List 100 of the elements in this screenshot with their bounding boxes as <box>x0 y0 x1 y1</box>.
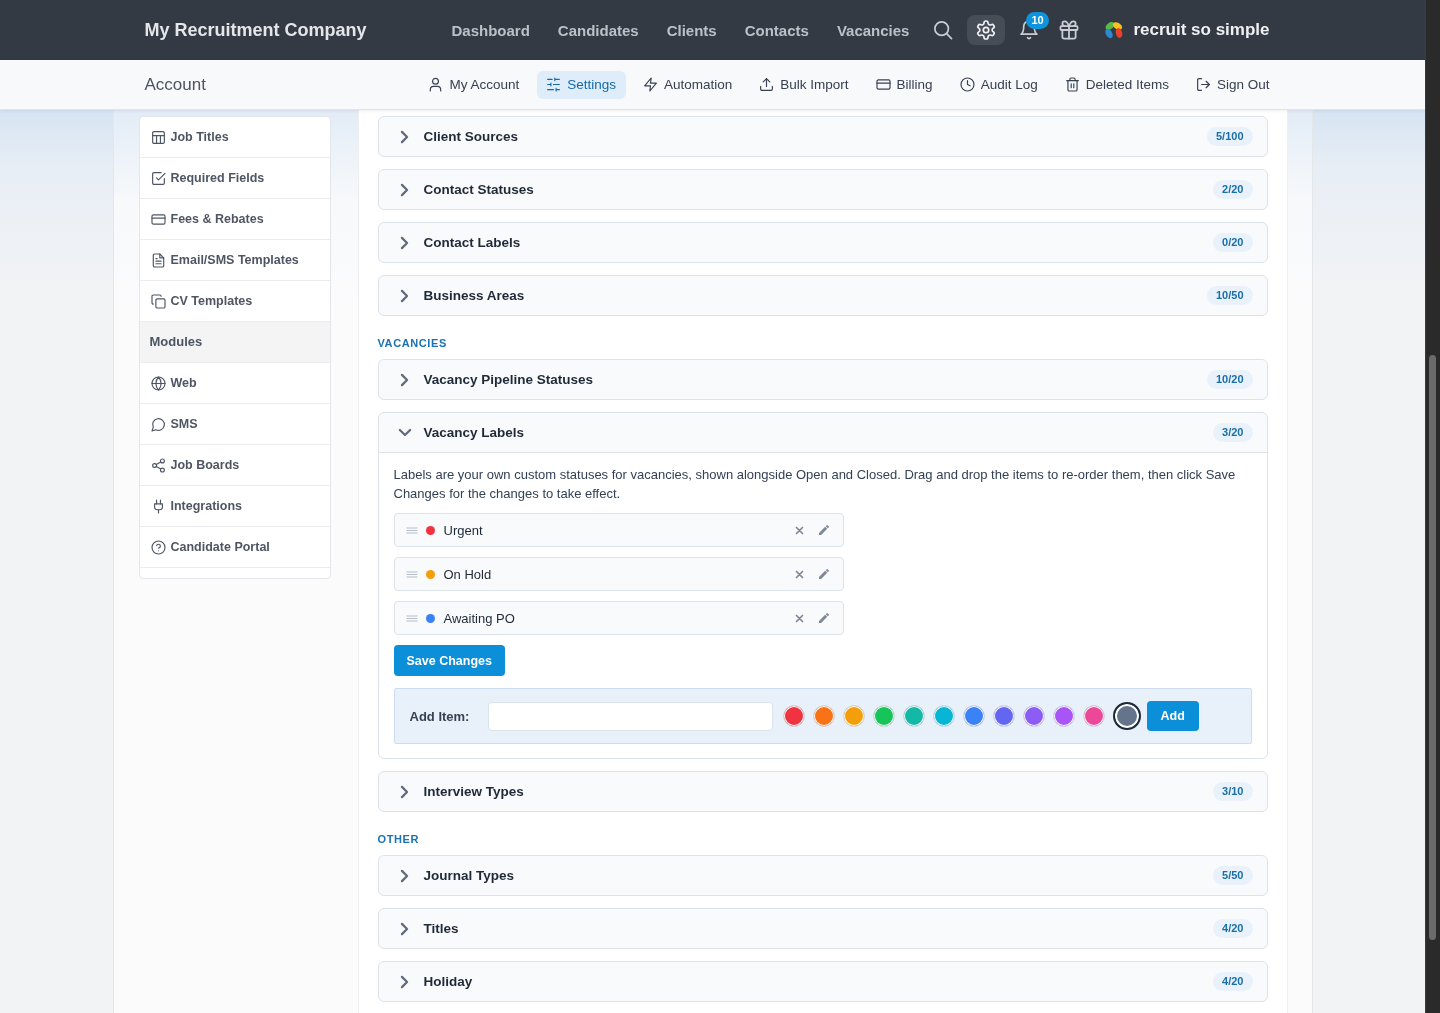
section-heading: VACANCIES <box>377 336 448 351</box>
cross-icon[interactable] <box>795 570 803 578</box>
globe-icon <box>151 376 165 390</box>
user-icon <box>429 78 443 91</box>
chevron-right-icon[interactable] <box>400 869 408 882</box>
sign-out-icon <box>1196 78 1210 91</box>
settings-icon <box>977 21 996 39</box>
plug-icon <box>151 499 165 513</box>
trash-icon <box>1065 78 1079 91</box>
add-button[interactable]: Add <box>1146 701 1199 731</box>
copy-icon <box>151 294 165 308</box>
accordion-title[interactable]: Contact Labels <box>423 235 1214 250</box>
chevron-down-icon[interactable] <box>398 429 411 436</box>
drag-handle-icon[interactable] <box>406 614 417 622</box>
accordion-title[interactable]: Titles <box>423 921 1214 936</box>
count-badge: 4/20 <box>1213 919 1253 938</box>
credit-card-icon <box>876 78 890 91</box>
sidebar-item[interactable]: Web <box>139 363 330 404</box>
accordion-title[interactable]: Interview Types <box>423 784 1214 799</box>
sliders-icon <box>547 78 561 91</box>
count-badge: 3/20 <box>1213 423 1253 442</box>
nav-link[interactable]: Vacancies <box>836 21 910 39</box>
subnav-tab[interactable]: Billing <box>866 70 943 99</box>
page-title: Account <box>144 74 206 95</box>
nav-link[interactable]: Contacts <box>744 21 809 39</box>
clock-icon <box>960 78 974 91</box>
lightning-icon <box>644 78 657 91</box>
accordion-title[interactable]: Client Sources <box>423 129 1207 144</box>
pencil-icon[interactable] <box>818 525 829 535</box>
pencil-icon[interactable] <box>818 569 829 579</box>
checked-square-icon <box>151 171 165 185</box>
count-badge: 10/50 <box>1206 286 1253 305</box>
count-badge: 2/20 <box>1213 180 1253 199</box>
sidebar-item[interactable]: Fees & Rebates <box>139 199 330 240</box>
label-name: On Hold <box>443 566 493 582</box>
subnav-tab[interactable]: Bulk Import <box>750 70 859 99</box>
item-name-input[interactable] <box>487 701 773 731</box>
subnav-tab[interactable]: Audit Log <box>950 70 1048 99</box>
settings-button[interactable] <box>967 15 1006 45</box>
nav-link[interactable]: Candidates <box>557 21 639 39</box>
accordion-title[interactable]: Business Areas <box>423 288 1207 303</box>
gift-icon <box>1060 21 1079 39</box>
drag-handle-icon[interactable] <box>406 526 417 534</box>
nav-link[interactable]: Clients <box>666 21 717 39</box>
sidebar-item[interactable]: Job Boards <box>139 445 330 486</box>
count-badge: 5/100 <box>1206 127 1253 146</box>
notification-badge: 10 <box>1026 12 1049 29</box>
subnav-tab[interactable]: Sign Out <box>1186 70 1280 99</box>
subnav-tab[interactable]: Automation <box>634 70 743 99</box>
count-badge: 0/20 <box>1213 233 1253 252</box>
sidebar-item[interactable]: SMS <box>139 404 330 445</box>
chevron-right-icon[interactable] <box>400 236 408 249</box>
scrollbar-thumb[interactable] <box>1429 355 1436 940</box>
accordion-title[interactable]: Holiday <box>423 974 1214 989</box>
chevron-right-icon[interactable] <box>400 130 408 143</box>
count-badge: 5/50 <box>1213 866 1253 885</box>
sidebar-heading: Modules <box>139 322 330 363</box>
count-badge: 3/10 <box>1213 782 1253 801</box>
chevron-right-icon[interactable] <box>400 289 408 302</box>
columns-icon <box>151 130 165 144</box>
subnav-tab[interactable]: Deleted Items <box>1055 70 1179 99</box>
upload-icon <box>760 78 774 91</box>
sidebar-item[interactable]: Email/SMS Templates <box>139 240 330 281</box>
description-text: Labels are your own custom statuses for vacancies, shown alongside Open and Closed. Drag and drop the items to re-order them, then click Save Changes for the changes to take effect. <box>393 466 1237 503</box>
label-name: Urgent <box>443 522 484 538</box>
sidebar-item[interactable]: Required Fields <box>139 158 330 199</box>
sidebar-item[interactable]: Integrations <box>139 486 330 527</box>
drag-handle-icon[interactable] <box>406 570 417 578</box>
nav-link[interactable]: Dashboard <box>451 21 530 39</box>
cross-icon[interactable] <box>795 526 803 534</box>
share-icon <box>151 458 165 472</box>
accordion-title[interactable]: Contact Statuses <box>423 182 1214 197</box>
accordion-title[interactable]: Vacancy Pipeline Statuses <box>423 372 1207 387</box>
search-icon <box>934 21 953 39</box>
pencil-icon[interactable] <box>818 613 829 623</box>
save-button[interactable]: Save Changes <box>393 645 505 676</box>
section-heading: OTHER <box>377 832 420 847</box>
accordion-title[interactable]: Journal Types <box>423 868 1214 883</box>
chat-bubble-icon <box>151 417 165 431</box>
add-item-label: Add Item: <box>409 708 471 724</box>
sidebar-item[interactable]: Job Titles <box>139 117 330 158</box>
label-name: Awaiting PO <box>443 610 516 626</box>
document-icon <box>151 253 165 267</box>
chevron-right-icon[interactable] <box>400 922 408 935</box>
chevron-right-icon[interactable] <box>400 975 408 988</box>
subnav-tab[interactable]: My Account <box>419 70 530 99</box>
help-icon <box>151 540 165 554</box>
count-badge: 4/20 <box>1213 972 1253 991</box>
chevron-right-icon[interactable] <box>400 373 408 386</box>
brand-name: recruit so simple <box>1133 20 1270 40</box>
count-badge: 10/20 <box>1206 370 1253 389</box>
chevron-right-icon[interactable] <box>400 183 408 196</box>
color-swatch-icon[interactable] <box>1112 702 1141 730</box>
cross-icon[interactable] <box>795 614 803 622</box>
chevron-right-icon[interactable] <box>400 785 408 798</box>
accordion-title[interactable]: Vacancy Labels <box>423 425 1214 440</box>
subnav-tab[interactable]: Settings <box>537 70 626 99</box>
sidebar-item[interactable]: Candidate Portal <box>139 527 330 568</box>
credit-card-icon <box>151 212 165 226</box>
company-name: My Recruitment Company <box>144 19 367 41</box>
